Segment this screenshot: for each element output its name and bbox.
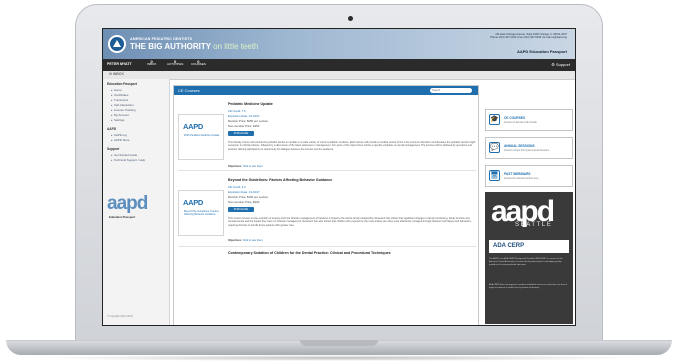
sidebar-item-certificates[interactable]: Certificates: [111, 93, 128, 97]
sidebar-heading: AAPD: [107, 127, 117, 131]
promo-panel: aapd SEATTLE ADA CERP The AAPD is an ADA…: [485, 192, 573, 324]
course-title[interactable]: Pediatric Medicine Update: [228, 102, 273, 106]
support-link[interactable]: ⚙ Support: [551, 62, 570, 67]
contact-info: 211 East Chicago Avenue, Suite 1600 Chic…: [427, 33, 567, 40]
stat-activities[interactable]: 0 ACTIVITIES: [167, 59, 184, 67]
course-objectives: Objectives: Click to see them: [228, 165, 263, 168]
card-text: 2015 Pediatric Medicine Update: [184, 134, 220, 137]
org-name: AMERICAN PEDIATRIC DENTISTS: [130, 37, 193, 41]
course-description: This course focuses on the evolution of …: [228, 217, 472, 227]
panel-header: CE Courses: [174, 86, 478, 95]
course-credits: CE Credit: 7.5: [228, 109, 246, 113]
aapd-brand-logo: aapd: [107, 193, 148, 214]
sidebar-heading: Support: [107, 147, 120, 151]
course-expiration: Expiration Date: 1/1/2017: [228, 114, 260, 118]
objectives-label: Objectives:: [228, 239, 242, 242]
ada-cerp-text: ADA CERP: [493, 243, 525, 249]
stat-courses[interactable]: 0 COURSES: [191, 59, 206, 67]
sidebar-item-home[interactable]: Home: [111, 88, 122, 92]
fine-print: The AAPD is an ADA CERP Recognized Provi…: [489, 258, 563, 266]
support-label: Support: [555, 62, 570, 67]
purchase-button[interactable]: PURCHASE: [228, 207, 254, 212]
panel-title: CE Courses: [178, 88, 200, 93]
course-title[interactable]: Beyond the Guidelines: Factors Affecting…: [228, 178, 332, 182]
ada-cerp-badge: ADA CERP: [489, 240, 569, 253]
course-thumbnail[interactable]: AAPD Beyond the Guidelines: Factors Affe…: [178, 190, 224, 236]
sidebar-item-aapd-org[interactable]: AAPD.org: [111, 133, 127, 137]
divider: [178, 170, 476, 171]
inbox-label: INBOX: [112, 72, 124, 76]
screen: AMERICAN PEDIATRIC DENTISTS THE BIG AUTH…: [102, 28, 576, 326]
nonmember-price: Non-member Price: $200: [228, 200, 260, 204]
sidebar-item-self-attestation[interactable]: Self-Attestation: [111, 103, 134, 107]
graduation-cap-icon: 🎓: [489, 114, 500, 125]
sub-bar: ✉ INBOX: [103, 71, 575, 80]
sidebar-item-aapd-store[interactable]: AAPD Store: [111, 138, 130, 142]
objectives-link[interactable]: Click to see them: [243, 239, 263, 242]
member-price: Member Price: $150 per Lecture: [228, 195, 269, 199]
ce-courses-panel: CE Courses AAPD 2015 Pediatric Medicine …: [173, 85, 479, 325]
card-text: Beyond the Guidelines: Factors Affecting…: [184, 210, 219, 216]
brand-tagline: THE BIG AUTHORITY on little teeth: [130, 42, 259, 51]
divider: [178, 246, 476, 247]
stat-label: COURSES: [191, 62, 206, 67]
brand-accent: on little teeth: [213, 42, 259, 51]
sidebar-item-settings[interactable]: Settings: [111, 118, 124, 122]
course-description: This full-day course will provide the pe…: [228, 141, 476, 151]
sidebar-heading: Education Passport: [107, 82, 137, 86]
site-title: AAPD Education Passport: [516, 49, 567, 54]
brand-main: THE BIG AUTHORITY: [130, 42, 211, 51]
card-logo: AAPD: [183, 122, 204, 131]
laptop-notch: [300, 340, 378, 346]
webcam-icon: [348, 16, 353, 21]
laptop-shadow: [30, 355, 648, 361]
top-nav-bar: PETER MYATT 0 INBOX 0 ACTIVITIES 0 COURSES …: [103, 59, 575, 71]
course-expiration: Expiration Date: 1/1/2017: [228, 190, 260, 194]
box-subtitle: Access on-demand CE Credits: [504, 121, 537, 124]
inbox-link[interactable]: ✉ INBOX: [109, 72, 124, 76]
site-header: AMERICAN PEDIATRIC DENTISTS THE BIG AUTH…: [103, 29, 575, 59]
monitor-icon: 🖥: [489, 170, 500, 181]
aapd-brand-sub: Education Passport: [109, 215, 136, 219]
course-thumbnail[interactable]: AAPD 2015 Pediatric Medicine Update: [178, 114, 224, 160]
course-objectives: Objectives: Click to see them: [228, 239, 263, 242]
box-subtitle: Access content from past Annual Sessions: [504, 149, 550, 152]
nonmember-price: Non-member Price: $450: [228, 124, 260, 128]
purchase-button[interactable]: PURCHASE: [228, 131, 254, 136]
sidebar-item-tech-support[interactable]: Technical Support / Help: [111, 158, 145, 162]
aapd-logo-icon[interactable]: [108, 35, 126, 53]
user-name[interactable]: PETER MYATT: [107, 62, 132, 66]
past-webinars-link[interactable]: 🖥 PAST WEBINARS Access the webinar archi…: [485, 165, 573, 187]
sidebar: Education Passport Home Certificates Tra…: [103, 79, 170, 325]
box-title: ANNUAL SESSIONS: [504, 144, 535, 148]
sidebar-item-my-account[interactable]: My Account: [111, 113, 129, 117]
sidebar-item-get-started[interactable]: Get Started Guide: [111, 153, 137, 157]
stat-label: ACTIVITIES: [167, 62, 184, 67]
sidebar-item-license-tracking[interactable]: License Tracking: [111, 108, 136, 112]
box-title: CE COURSES: [504, 116, 526, 120]
contact-line: Phone (312) 337-2169 | Fax (312) 337-632…: [490, 36, 567, 40]
chat-bubbles-icon: 💬: [489, 142, 500, 153]
card-logo: AAPD: [183, 198, 204, 207]
promo-city: SEATTLE: [515, 222, 553, 228]
course-credits: CE Credit: 3.0: [228, 185, 246, 189]
box-subtitle: Access the webinar archive here: [504, 177, 539, 180]
sidebar-item-transcripts[interactable]: Transcripts: [111, 98, 128, 102]
objectives-link[interactable]: Click to see them: [243, 165, 263, 168]
box-title: PAST WEBINARS: [504, 172, 531, 176]
stat-inbox[interactable]: 0 INBOX: [147, 59, 157, 67]
annual-sessions-link[interactable]: 💬 ANNUAL SESSIONS Access content from pa…: [485, 137, 573, 159]
course-title[interactable]: Contemporary Sedation of Children for th…: [228, 251, 391, 255]
ce-courses-link[interactable]: 🎓 CE COURSES Access on-demand CE Credits: [485, 109, 573, 131]
search-input[interactable]: [430, 87, 472, 93]
fine-print: ADA CERP does not approve or endorse ind…: [489, 284, 568, 289]
objectives-label: Objectives:: [228, 165, 242, 168]
copyright: © Copyright 2015 AAPD: [107, 315, 133, 318]
stat-label: INBOX: [147, 62, 157, 67]
member-price: Member Price: $250 per Lecture: [228, 119, 269, 123]
